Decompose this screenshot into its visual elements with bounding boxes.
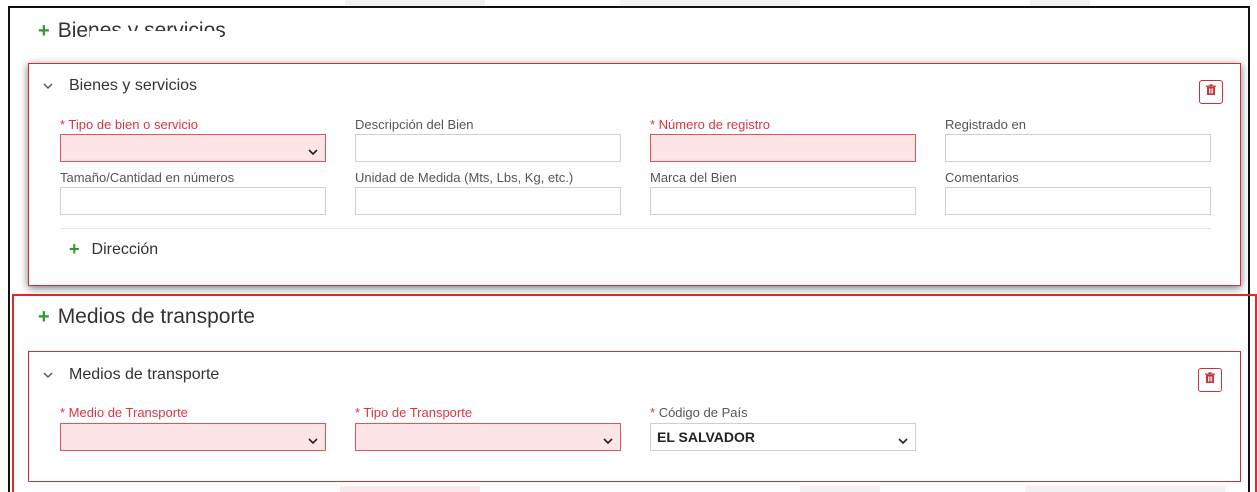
trash-icon — [1204, 371, 1216, 389]
marca-label: Marca del Bien — [650, 170, 737, 185]
caret-down-icon — [898, 432, 908, 448]
comentarios-label: Comentarios — [945, 170, 1019, 185]
tamano-input[interactable] — [60, 187, 326, 215]
transport-card-title[interactable]: Medios de transporte — [43, 366, 219, 384]
delete-goods-button[interactable] — [1199, 80, 1223, 104]
goods-card-title[interactable]: Bienes y servicios — [43, 77, 197, 95]
codigo-pais-label: * Código de País — [650, 405, 748, 420]
registrado-en-input[interactable] — [945, 134, 1211, 162]
required-star: * — [650, 405, 656, 420]
trash-icon — [1205, 83, 1217, 101]
comentarios-input[interactable] — [945, 187, 1211, 215]
tamano-label: Tamaño/Cantidad en números — [60, 170, 235, 185]
add-direccion-link[interactable]: + Dirección — [69, 239, 158, 260]
caret-down-icon — [308, 432, 318, 448]
goods-card: Bienes y servicios * Tipo de bien o serv… — [28, 63, 1241, 286]
codigo-pais-select[interactable]: EL SALVADOR — [650, 423, 916, 451]
registrado-en-label: Registrado en — [945, 117, 1026, 132]
plus-icon: + — [38, 19, 50, 42]
transport-section-header[interactable]: + Medios de transporte — [38, 305, 255, 329]
delete-transport-button[interactable] — [1198, 368, 1222, 392]
medio-transporte-label: * Medio de Transporte — [60, 405, 188, 420]
tipo-bien-select[interactable] — [60, 134, 326, 162]
medio-transporte-select[interactable] — [60, 423, 326, 451]
numero-registro-label: * Número de registro — [650, 117, 770, 132]
descripcion-label: Descripción del Bien — [355, 117, 474, 132]
transport-card: Medios de transporte * Medio de Transpor… — [28, 351, 1241, 482]
plus-icon: + — [38, 305, 50, 328]
chevron-down-icon — [43, 368, 53, 382]
plus-icon: + — [69, 239, 80, 259]
codigo-pais-value: EL SALVADOR — [657, 429, 756, 445]
numero-registro-input[interactable] — [650, 134, 916, 162]
caret-down-icon — [308, 143, 318, 159]
chevron-down-icon — [43, 79, 53, 93]
tipo-bien-label: * Tipo de bien o servicio — [60, 117, 199, 132]
descripcion-input[interactable] — [355, 134, 621, 162]
caret-down-icon — [603, 432, 613, 448]
marca-input[interactable] — [650, 187, 916, 215]
unidad-medida-label: Unidad de Medida (Mts, Lbs, Kg, etc.) — [355, 170, 574, 185]
tipo-transporte-label: * Tipo de Transporte — [355, 405, 473, 420]
divider — [60, 228, 1211, 229]
header-clip-overlay — [90, 31, 220, 45]
tipo-transporte-select[interactable] — [355, 423, 621, 451]
transport-card-title-label: Medios de transporte — [69, 366, 220, 383]
direccion-link-label: Dirección — [91, 240, 159, 258]
unidad-medida-input[interactable] — [355, 187, 621, 215]
codigo-pais-label-text: Código de País — [658, 405, 748, 420]
transport-section-header-label: Medios de transporte — [57, 305, 255, 328]
goods-card-title-label: Bienes y servicios — [69, 77, 198, 94]
